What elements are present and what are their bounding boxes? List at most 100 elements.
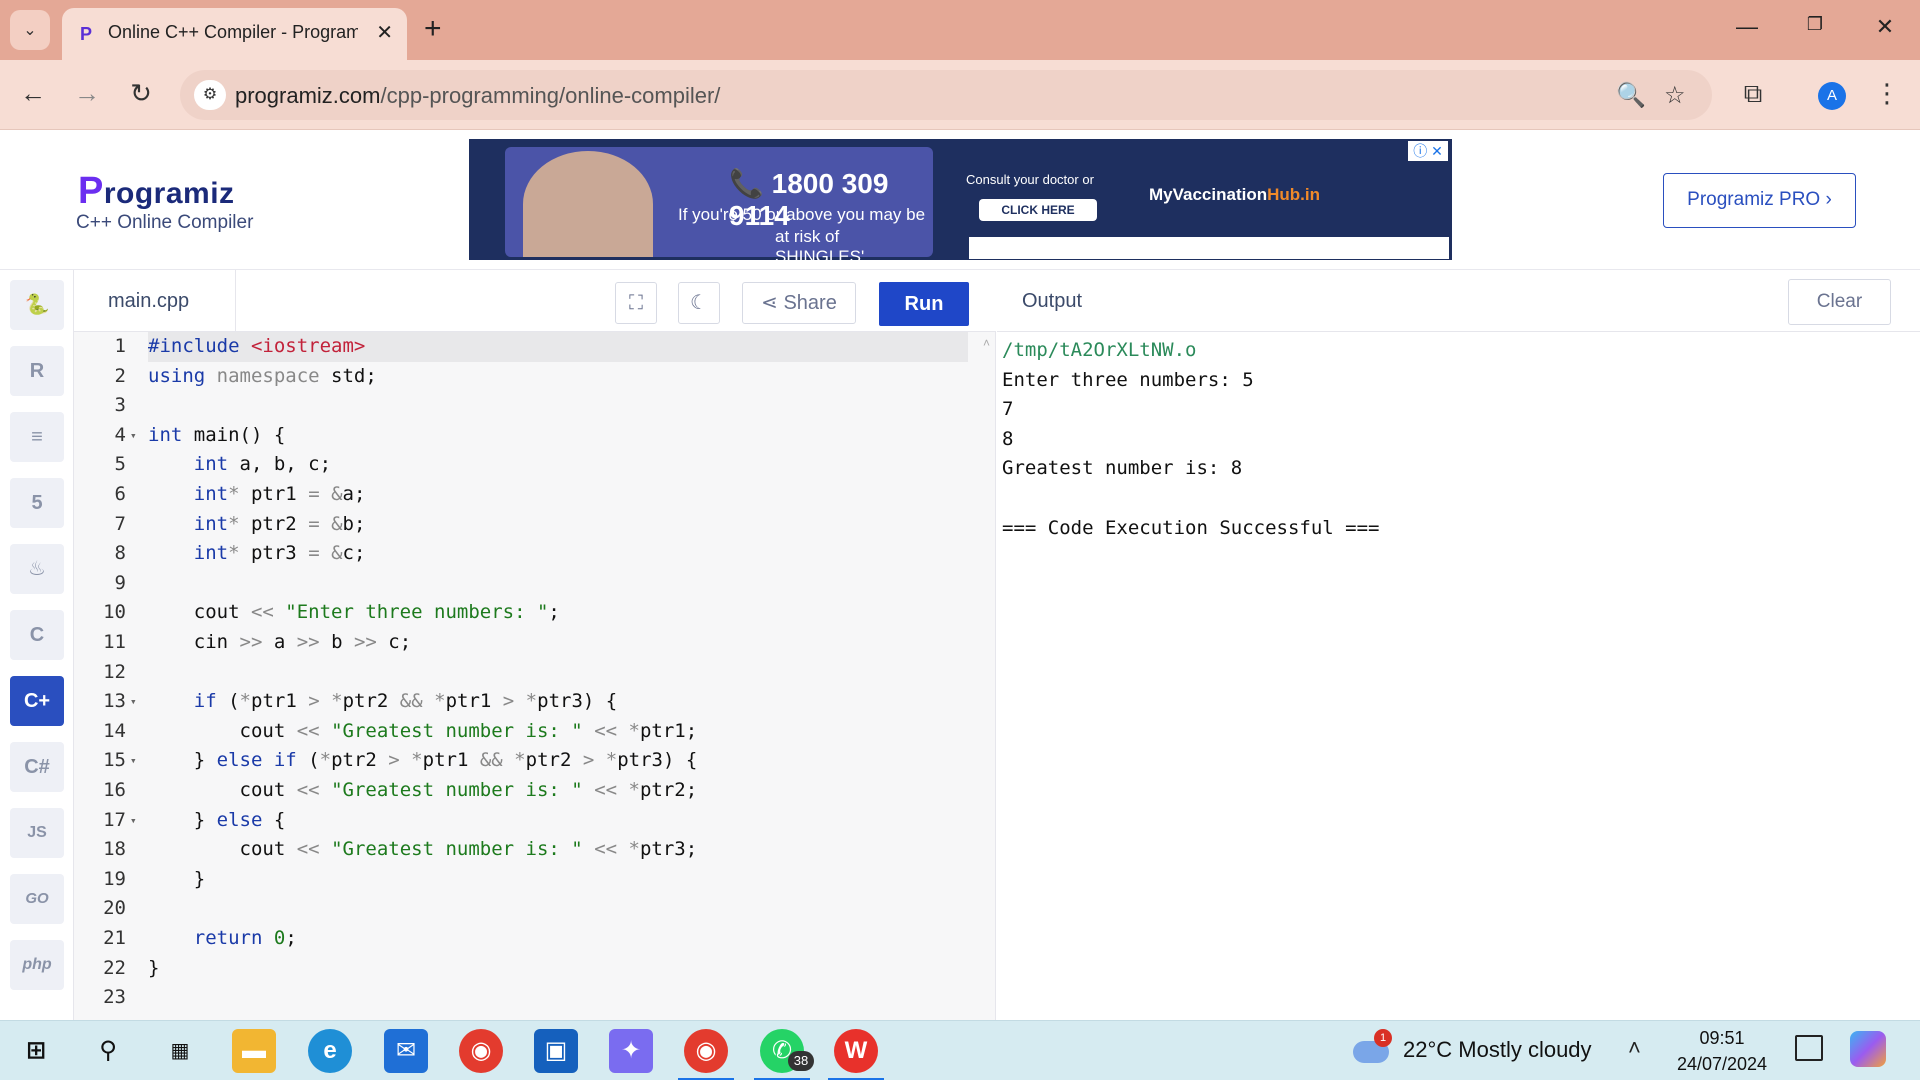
clear-button[interactable]: Clear <box>1788 279 1891 325</box>
copilot-icon[interactable] <box>1850 1031 1886 1067</box>
dark-mode-moon-icon[interactable]: ☾ <box>678 282 720 324</box>
copilot-app-icon[interactable]: ✦ <box>609 1029 653 1073</box>
run-button[interactable]: Run <box>879 282 969 326</box>
rail-csharp-icon[interactable]: C# <box>10 742 64 792</box>
clock[interactable]: 09:51 24/07/2024 <box>1672 1025 1772 1077</box>
close-window-button[interactable]: ✕ <box>1865 14 1905 40</box>
line-number: 6 <box>114 483 126 505</box>
tab-search-chevron-down-icon[interactable]: ⌄ <box>10 10 50 50</box>
code-text: cout << "Greatest number is: " << *ptr1; <box>148 719 698 742</box>
code-line[interactable]: 10 cout << "Enter three numbers: "; <box>74 598 974 628</box>
code-line[interactable]: 9 <box>74 569 974 599</box>
restore-button[interactable]: ❐ <box>1795 14 1835 35</box>
chrome-icon[interactable]: ◉ <box>459 1029 503 1073</box>
fold-arrow-icon[interactable]: ▾ <box>130 746 137 776</box>
back-icon[interactable]: ← <box>16 78 50 109</box>
code-text: int* ptr3 = &c; <box>193 542 366 565</box>
search-icon[interactable]: ⚲ <box>86 1029 130 1073</box>
code-line[interactable]: 20 <box>74 894 974 924</box>
editor-toolbar: main.cpp ⛶ ☾ ⋖ Share Run <box>74 270 996 332</box>
profile-avatar[interactable]: A <box>1818 82 1846 110</box>
programiz-favicon-icon: P <box>80 24 93 44</box>
line-number: 7 <box>114 512 126 535</box>
fold-arrow-icon[interactable]: ▾ <box>130 421 137 451</box>
rail-js-icon[interactable]: JS <box>10 808 64 858</box>
forward-icon[interactable]: → <box>70 78 104 109</box>
code-text: cout << "Greatest number is: " << *ptr2; <box>148 779 698 801</box>
code-line[interactable]: 4 ▾ int main() { <box>74 421 974 451</box>
fold-arrow-icon[interactable]: ▾ <box>130 806 137 836</box>
rail-r-icon[interactable]: R <box>10 346 64 396</box>
programiz-pro-button[interactable]: Programiz PRO › <box>1663 173 1856 228</box>
rail-go-icon[interactable]: GO <box>10 874 64 924</box>
line-number: 16 <box>103 779 126 801</box>
line-number: 4 <box>114 423 126 446</box>
site-settings-icon[interactable]: ⚙ <box>194 80 226 110</box>
code-line[interactable]: 19 } <box>74 865 974 895</box>
code-line[interactable]: 2 using namespace std; <box>74 362 974 392</box>
code-line[interactable]: 1 #include <iostream> <box>74 332 974 362</box>
bookmark-star-icon[interactable]: ☆ <box>1664 81 1686 110</box>
programiz-logo[interactable]: Programiz <box>78 170 235 213</box>
rail-cpp-icon[interactable]: C+ <box>10 676 64 726</box>
code-line[interactable]: 13 ▾ if (*ptr1 > *ptr2 && *ptr1 > *ptr3) … <box>74 687 974 717</box>
code-line[interactable]: 22} <box>74 954 974 984</box>
rail-java-icon[interactable]: ♨ <box>10 544 64 594</box>
code-line[interactable]: 7 int* ptr2 = &b; <box>74 510 974 540</box>
code-line[interactable]: 18 cout << "Greatest number is: " << *pt… <box>74 835 974 865</box>
code-line[interactable]: 12 <box>74 658 974 688</box>
chrome-profile-icon[interactable]: ◉ <box>684 1029 728 1073</box>
code-line[interactable]: 5 int a, b, c; <box>74 450 974 480</box>
ad-close-icon[interactable]: ⓘ ✕ <box>1408 141 1448 161</box>
zoom-icon[interactable]: 🔍 <box>1616 81 1646 110</box>
tray-chevron-up-icon[interactable]: ˄ <box>1628 1035 1641 1061</box>
edge-icon[interactable]: e <box>308 1029 352 1073</box>
output-console[interactable]: /tmp/tA2OrXLtNW.o Enter three numbers: 5… <box>997 332 1920 1020</box>
code-line[interactable]: 3 <box>74 391 974 421</box>
weather-text[interactable]: 22°C Mostly cloudy <box>1403 1037 1592 1063</box>
address-bar[interactable]: ⚙ programiz.com/cpp-programming/online-c… <box>180 70 1712 120</box>
code-line[interactable]: 15 ▾ } else if (*ptr2 > *ptr1 && *ptr2 > … <box>74 746 974 776</box>
more-vert-icon[interactable]: ⋮ <box>1870 78 1904 109</box>
browser-tab[interactable]: P Online C++ Compiler - Programiz ✕ <box>62 8 407 60</box>
notifications-icon[interactable] <box>1795 1035 1823 1061</box>
task-view-icon[interactable]: ▦ <box>158 1029 202 1073</box>
reload-icon[interactable]: ↻ <box>124 78 158 109</box>
code-line[interactable]: 14 cout << "Greatest number is: " << *pt… <box>74 717 974 747</box>
tab-close-icon[interactable]: ✕ <box>376 20 393 45</box>
windows-start-icon[interactable]: ⊞ <box>14 1029 58 1073</box>
file-tab-main-cpp[interactable]: main.cpp <box>74 270 236 332</box>
code-line[interactable]: 17 ▾ } else { <box>74 806 974 836</box>
code-text: using namespace std; <box>148 364 377 387</box>
code-line[interactable]: 21 return 0; <box>74 924 974 954</box>
code-line[interactable]: 16 cout << "Greatest number is: " << *pt… <box>74 776 974 806</box>
wps-office-icon[interactable]: W <box>834 1029 878 1073</box>
code-line[interactable]: 11 cin >> a >> b >> c; <box>74 628 974 658</box>
fold-arrow-icon[interactable]: ▾ <box>130 687 137 717</box>
code-line[interactable]: 6 int* ptr1 = &a; <box>74 480 974 510</box>
weather-widget[interactable]: 1 <box>1353 1029 1393 1069</box>
rail-python-icon[interactable]: 🐍 <box>10 280 64 330</box>
store-icon[interactable]: ▣ <box>534 1029 578 1073</box>
line-number: 18 <box>103 838 126 861</box>
new-tab-button[interactable]: + <box>424 12 442 46</box>
rail-php-icon[interactable]: php <box>10 940 64 990</box>
ad-brand: MyVaccinationHub.in <box>1149 185 1320 204</box>
advertisement-banner[interactable]: 📞 1800 309 9114 If you're 50 or above yo… <box>469 139 1452 260</box>
code-line[interactable]: 23 <box>74 983 974 1013</box>
rail-html-icon[interactable]: 5 <box>10 478 64 528</box>
rail-sql-icon[interactable]: ≡ <box>10 412 64 462</box>
file-explorer-icon[interactable]: ▬ <box>232 1029 276 1073</box>
url-text[interactable]: programiz.com/cpp-programming/online-com… <box>235 83 720 109</box>
extensions-icon[interactable]: ⧉ <box>1736 78 1770 110</box>
rail-c-icon[interactable]: C <box>10 610 64 660</box>
code-line[interactable]: 8 int* ptr3 = &c; <box>74 539 974 569</box>
code-editor[interactable]: 1 #include <iostream> 2 using namespace std… <box>74 332 996 1020</box>
minimize-button[interactable]: — <box>1727 14 1767 40</box>
editor-scroll-caret-icon[interactable]: ˄ <box>983 336 990 350</box>
mail-icon[interactable]: ✉ <box>384 1029 428 1073</box>
fullscreen-icon[interactable]: ⛶ <box>615 282 657 324</box>
ad-click-here-button[interactable]: CLICK HERE <box>979 199 1097 221</box>
output-title: Output <box>1022 290 1083 312</box>
share-button[interactable]: ⋖ Share <box>742 282 856 324</box>
